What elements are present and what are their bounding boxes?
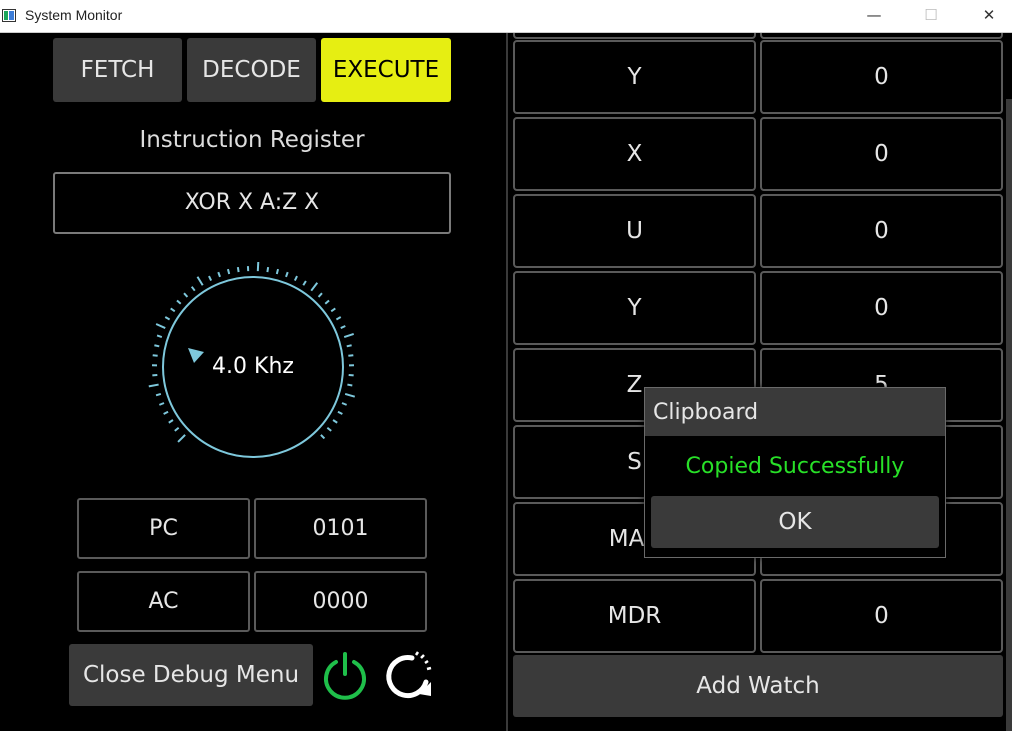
dial-tick [335, 316, 342, 321]
dial-tick [190, 286, 196, 292]
dial-tick [344, 392, 356, 398]
dial-tick [156, 334, 163, 338]
dial-tick [155, 392, 162, 397]
clock-speed-dial[interactable]: 4.0 Khz [148, 261, 358, 472]
clock-speed-label: 4.0 Khz [212, 354, 294, 379]
dial-tick [158, 402, 165, 406]
watch-value-y: 0 [760, 40, 1003, 114]
add-watch-button[interactable]: Add Watch [513, 655, 1003, 717]
dial-tick [174, 426, 180, 432]
dial-tick [320, 434, 326, 440]
dial-tick [155, 323, 166, 329]
register-value-pc: 0101 [254, 498, 427, 559]
maximize-button[interactable]: ☐ [902, 0, 960, 33]
dial-tick [275, 268, 280, 275]
register-name-pc: PC [77, 498, 250, 559]
dial-tick [170, 307, 176, 313]
dial-tick [196, 276, 204, 286]
watch-value-u: 0 [760, 194, 1003, 268]
dial-tick [332, 419, 338, 424]
dial-tick [343, 332, 355, 338]
dial-tick [341, 402, 348, 406]
register-value-ac: 0000 [254, 571, 427, 632]
watch-name-y2[interactable]: Y [513, 271, 756, 345]
watch-value-partial [760, 33, 1003, 39]
app-icon [2, 9, 16, 22]
watch-value-mdr: 0 [760, 579, 1003, 653]
dial-tick [154, 344, 160, 348]
dial-tick [176, 299, 182, 305]
dial-tick [330, 307, 336, 313]
execute-stage-button[interactable]: EXECUTE [321, 38, 451, 102]
watch-name-partial [513, 33, 756, 39]
watch-name-u[interactable]: U [513, 194, 756, 268]
dial-tick [217, 271, 221, 278]
close-button[interactable]: ✕ [960, 0, 1012, 33]
watch-name-y[interactable]: Y [513, 40, 756, 114]
dial-tick [183, 292, 189, 298]
dial-tick [226, 268, 231, 275]
dial-tick [346, 344, 352, 348]
dial-tick [326, 426, 332, 432]
close-debug-menu-button[interactable]: Close Debug Menu [69, 644, 313, 706]
dial-tick [177, 434, 186, 443]
dial-tick [236, 266, 240, 273]
dial-tick [302, 280, 307, 286]
clipboard-dialog: Clipboard Copied Successfully OK [644, 387, 946, 558]
dial-tick [256, 261, 260, 272]
instruction-register-label: Instruction Register [139, 127, 365, 153]
dial-tick [168, 419, 174, 424]
minimize-button[interactable]: — [845, 0, 903, 33]
reset-icon[interactable] [382, 648, 434, 702]
dial-tick [164, 316, 171, 321]
watch-scrollbar[interactable] [1006, 99, 1012, 731]
power-icon[interactable] [320, 650, 370, 700]
dial-tick [324, 299, 330, 305]
watch-name-x[interactable]: X [513, 117, 756, 191]
dial-tick [293, 275, 298, 282]
watch-panel: Y 0 X 0 U 0 Y 0 Z 5 S MAR MDR 0 Add Watc… [508, 33, 1012, 731]
dial-tick [148, 383, 159, 388]
debug-panel: FETCH DECODE EXECUTE Instruction Registe… [0, 33, 506, 731]
decode-stage-button[interactable]: DECODE [187, 38, 316, 102]
dial-tick [340, 325, 346, 329]
watch-name-mdr[interactable]: MDR [513, 579, 756, 653]
watch-value-x: 0 [760, 117, 1003, 191]
dial-tick [337, 410, 343, 415]
dial-tick [285, 271, 289, 278]
title-bar: System Monitor — ☐ ✕ [0, 0, 1012, 33]
dial-tick [317, 292, 323, 298]
dial-tick [310, 282, 319, 292]
register-name-ac: AC [77, 571, 250, 632]
watch-value-y2: 0 [760, 271, 1003, 345]
dial-tick [266, 266, 270, 273]
dial-tick [163, 410, 169, 415]
fetch-stage-button[interactable]: FETCH [53, 38, 182, 102]
dial-tick [347, 383, 353, 387]
window-title: System Monitor [25, 7, 123, 23]
dialog-title: Clipboard [645, 388, 945, 436]
dialog-message: Copied Successfully [685, 454, 905, 479]
dial-tick [208, 275, 213, 282]
dialog-ok-button[interactable]: OK [651, 496, 939, 548]
instruction-register-value: XOR X A:Z X [53, 172, 451, 234]
